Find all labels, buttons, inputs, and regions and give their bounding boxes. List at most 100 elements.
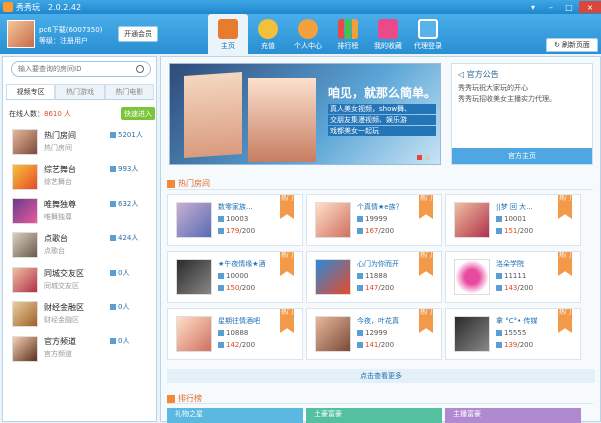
- room-name: 星期往情酒吧: [218, 317, 260, 325]
- online-number: 8610 人: [44, 110, 72, 118]
- tab-hot-movies[interactable]: 热门电影: [104, 84, 154, 99]
- category-list: 热门房间 热门房间 5201人 综艺舞台 综艺舞台 993人 唯舞独尊 唯舞独尊…: [6, 125, 154, 366]
- online-count: 在线人数：8610 人: [9, 109, 71, 119]
- user-icon: [496, 342, 502, 348]
- user-icon: [298, 19, 318, 39]
- room-name: 心门为你而开: [357, 260, 399, 268]
- user-icon: [110, 132, 116, 138]
- room-capacity: 143/200: [496, 284, 533, 292]
- hot-badge: 热门: [558, 195, 572, 219]
- category-subtitle: 综艺舞台: [44, 178, 72, 187]
- banner-dot[interactable]: [425, 155, 430, 160]
- nav-label: 我的收藏: [374, 42, 402, 50]
- room-card[interactable]: ||梦 回 大... 10001 151/200 热门: [445, 194, 581, 246]
- category-dance[interactable]: 唯舞独尊 唯舞独尊 632人: [6, 194, 154, 228]
- bar-chart-icon: [167, 394, 175, 403]
- hot-rooms-heading: 热门房间: [167, 178, 210, 189]
- room-thumbnail: [454, 316, 490, 352]
- quick-enter-button[interactable]: 快速进入: [121, 107, 155, 120]
- category-title: 唯舞独尊: [44, 199, 76, 209]
- banner-slogan: 咱见，就那么简单。: [328, 86, 437, 100]
- room-card[interactable]: ★午夜情缘★酒 10000 150/200 热门: [167, 251, 303, 303]
- id-icon: [218, 330, 224, 336]
- nav-recharge[interactable]: 充值: [248, 14, 288, 54]
- room-id: 12999: [357, 329, 387, 337]
- room-card[interactable]: 心门为你而开 11888 147/200 热门: [306, 251, 442, 303]
- announcement-panel: ◁ 官方公告 秀秀玩祝大家玩的开心 秀秀玩招收美女主播实力代理。 官方主页: [451, 63, 593, 165]
- rank-tab-rich-users[interactable]: 土豪富豪: [306, 408, 442, 423]
- category-subtitle: 财经金融区: [44, 315, 79, 324]
- user-name: pc6下载(6007350): [39, 26, 103, 34]
- home-icon: [218, 19, 238, 39]
- id-icon: [496, 216, 502, 222]
- room-card[interactable]: 数零家族... 10003 179/200 热门: [167, 194, 303, 246]
- user-icon: [110, 166, 116, 173]
- nav-agent-login[interactable]: 代理登录: [408, 14, 448, 54]
- hot-badge: 热门: [558, 309, 572, 333]
- announcement-title: ◁ 官方公告: [458, 70, 499, 79]
- room-thumbnail: [315, 316, 351, 352]
- user-icon: [218, 228, 224, 234]
- view-more-button[interactable]: 点击查看更多: [167, 369, 595, 383]
- id-icon: [496, 273, 502, 279]
- user-icon: [357, 228, 363, 234]
- banner-text: 真人美女视频，show舞、 交朋友集漫视频、娱乐游 戏都美女一起玩: [328, 104, 436, 137]
- room-name: ||梦 回 大...: [496, 203, 533, 211]
- category-official[interactable]: 官方频道 官方频道 0人: [6, 331, 154, 365]
- rank-tab-gift-stars[interactable]: 礼物之星: [167, 408, 303, 423]
- nav-label: 代理登录: [414, 42, 442, 50]
- banner-photo: [184, 71, 242, 159]
- search-icon[interactable]: [136, 65, 144, 73]
- refresh-button[interactable]: ↻ 刷新页面: [546, 38, 598, 52]
- main-content: 咱见，就那么简单。 真人美女视频，show舞、 交朋友集漫视频、娱乐游 戏都美女…: [160, 56, 601, 423]
- room-card[interactable]: 星期往情酒吧 10888 142/200 热门: [167, 308, 303, 360]
- room-thumbnail: [315, 259, 351, 295]
- promo-banner[interactable]: 咱见，就那么简单。 真人美女视频，show舞、 交朋友集漫视频、娱乐游 戏都美女…: [169, 63, 441, 165]
- room-card[interactable]: 拿 °C°• 传媒 15555 139/200 热门: [445, 308, 581, 360]
- nav-label: 主页: [221, 42, 235, 50]
- menu-icon[interactable]: ▾: [525, 1, 541, 13]
- tab-hot-games[interactable]: 热门游戏: [55, 84, 105, 99]
- hot-badge: 热门: [419, 252, 433, 276]
- vip-button[interactable]: 开通会员: [118, 26, 158, 42]
- category-hot-rooms[interactable]: 热门房间 热门房间 5201人: [6, 125, 154, 159]
- nav-profile[interactable]: 个人中心: [288, 14, 328, 54]
- category-title: 官方频道: [44, 337, 76, 347]
- minimize-icon[interactable]: –: [543, 1, 559, 13]
- id-icon: [357, 330, 363, 336]
- ranking-tabs: 礼物之星 土豪富豪 主播富豪: [167, 408, 595, 423]
- room-thumbnail: [176, 202, 212, 238]
- id-icon: [357, 273, 363, 279]
- room-thumbnail: [176, 316, 212, 352]
- hot-badge: 热门: [280, 195, 294, 219]
- close-icon[interactable]: ×: [579, 1, 601, 13]
- banner-dot[interactable]: [417, 155, 422, 160]
- room-card[interactable]: 今夜，叶花真 12999 141/200 热门: [306, 308, 442, 360]
- official-home-button[interactable]: 官方主页: [452, 148, 592, 164]
- room-thumbnail: [454, 259, 490, 295]
- category-finance[interactable]: 财经金融区 财经金融区 0人: [6, 297, 154, 331]
- maximize-icon[interactable]: □: [561, 1, 577, 13]
- room-card[interactable]: 洛朵学院 11111 143/200 热门: [445, 251, 581, 303]
- nav-ranking[interactable]: 排行榜: [328, 14, 368, 54]
- room-search-input[interactable]: [18, 65, 128, 73]
- main-nav: 主页 充值 个人中心 排行榜 我的收藏 代理登录: [208, 14, 448, 54]
- rank-tab-rich-hosts[interactable]: 主播富豪: [445, 408, 581, 423]
- online-label: 在线人数：: [9, 110, 44, 118]
- app-title: 秀秀玩: [16, 2, 40, 12]
- category-title: 同城交友区: [44, 268, 84, 278]
- banner-photo: [248, 78, 316, 162]
- user-icon: [110, 269, 116, 276]
- room-card[interactable]: 个真情★e族？ 19999 167/200 热门: [306, 194, 442, 246]
- category-variety-stage[interactable]: 综艺舞台 综艺舞台 993人: [6, 159, 154, 193]
- nav-home[interactable]: 主页: [208, 14, 248, 54]
- tab-video-zone[interactable]: 视频专区: [6, 84, 56, 99]
- room-thumbnail: [176, 259, 212, 295]
- category-song-request[interactable]: 点歌台 点歌台 424人: [6, 228, 154, 262]
- hot-badge: 热门: [280, 252, 294, 276]
- avatar[interactable]: [7, 20, 35, 48]
- fire-icon: [167, 179, 175, 188]
- room-capacity: 147/200: [357, 284, 394, 292]
- category-local-friends[interactable]: 同城交友区 同城交友区 0人: [6, 263, 154, 297]
- nav-favorites[interactable]: 我的收藏: [368, 14, 408, 54]
